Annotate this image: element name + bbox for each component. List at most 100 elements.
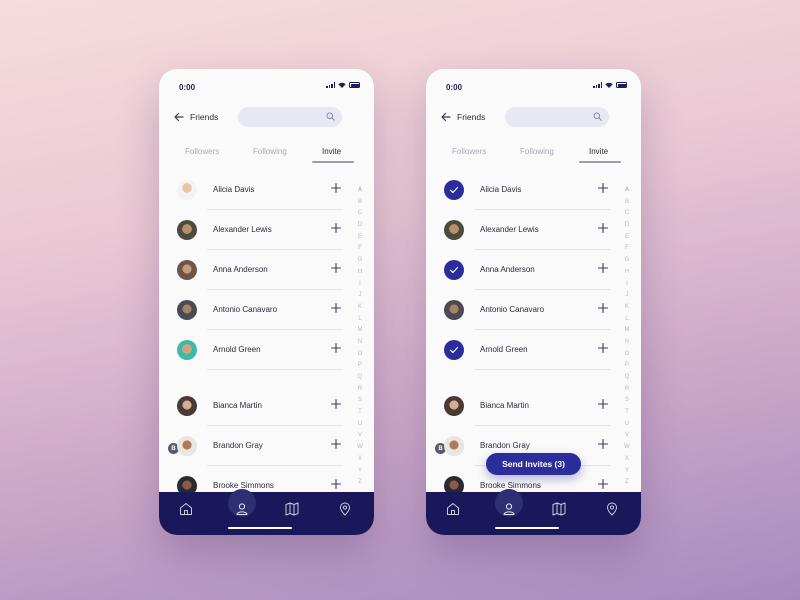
alphabet-letter[interactable]: I — [623, 279, 631, 291]
add-icon[interactable] — [331, 223, 341, 233]
alphabet-letter[interactable]: D — [356, 220, 364, 232]
tab-followers[interactable]: Followers — [185, 147, 219, 156]
list-item[interactable]: Alexander Lewis — [159, 210, 349, 250]
alphabet-letter[interactable]: W — [356, 442, 364, 454]
alphabet-letter[interactable]: U — [623, 419, 631, 431]
alphabet-letter[interactable]: F — [623, 243, 631, 255]
add-icon[interactable] — [331, 479, 341, 489]
search-bar[interactable] — [505, 107, 609, 128]
add-icon[interactable] — [598, 183, 608, 193]
alphabet-letter[interactable]: S — [623, 395, 631, 407]
tab-following[interactable]: Following — [520, 147, 554, 156]
alphabet-letter[interactable]: T — [356, 407, 364, 419]
alphabet-letter[interactable]: A — [356, 185, 364, 197]
alphabet-letter[interactable]: V — [356, 430, 364, 442]
alphabet-letter[interactable]: C — [623, 208, 631, 220]
alphabet-letter[interactable]: O — [623, 349, 631, 361]
alphabet-letter[interactable]: E — [623, 232, 631, 244]
list-item[interactable]: Antonio Canavaro — [159, 290, 349, 330]
list-item[interactable]: Alicia Davis — [159, 170, 349, 210]
list-item[interactable]: Bianca Martin — [426, 386, 616, 426]
list-item[interactable]: Arnold Green — [159, 330, 349, 370]
alphabet-letter[interactable]: Z — [623, 477, 631, 489]
alphabet-letter[interactable]: G — [356, 255, 364, 267]
tab-invite[interactable]: Invite — [322, 147, 341, 156]
alphabet-letter[interactable]: Y — [623, 466, 631, 478]
alphabet-letter[interactable]: B — [356, 197, 364, 209]
add-icon[interactable] — [598, 479, 608, 489]
alphabet-letter[interactable]: Z — [356, 477, 364, 489]
alphabet-letter[interactable]: I — [356, 279, 364, 291]
list-item[interactable]: Alicia Davis — [426, 170, 616, 210]
selected-checkmark-icon[interactable] — [444, 260, 464, 280]
search-bar[interactable] — [238, 107, 342, 128]
alphabet-letter[interactable]: L — [623, 314, 631, 326]
alphabet-letter[interactable]: R — [623, 384, 631, 396]
list-item[interactable]: Arnold Green — [426, 330, 616, 370]
alphabet-letter[interactable]: T — [623, 407, 631, 419]
profile-icon[interactable] — [501, 501, 517, 517]
alphabet-index[interactable]: ABCDEFGHIJKLMNOPQRSTUVWXYZ — [623, 185, 631, 489]
home-icon[interactable] — [445, 501, 461, 517]
tab-followers[interactable]: Followers — [452, 147, 486, 156]
alphabet-letter[interactable]: Y — [356, 466, 364, 478]
alphabet-letter[interactable]: G — [623, 255, 631, 267]
alphabet-letter[interactable]: Q — [623, 372, 631, 384]
alphabet-letter[interactable]: F — [356, 243, 364, 255]
tab-invite[interactable]: Invite — [589, 147, 608, 156]
list-item[interactable]: Anna Anderson — [426, 250, 616, 290]
list-item[interactable]: Anna Anderson — [159, 250, 349, 290]
alphabet-letter[interactable]: S — [356, 395, 364, 407]
alphabet-letter[interactable]: M — [356, 325, 364, 337]
add-icon[interactable] — [331, 343, 341, 353]
add-icon[interactable] — [598, 223, 608, 233]
alphabet-letter[interactable]: J — [623, 290, 631, 302]
alphabet-letter[interactable]: B — [623, 197, 631, 209]
alphabet-letter[interactable]: N — [623, 337, 631, 349]
add-icon[interactable] — [331, 263, 341, 273]
location-icon[interactable] — [337, 501, 353, 517]
back-arrow-icon[interactable] — [173, 111, 185, 123]
list-item[interactable]: Alexander Lewis — [426, 210, 616, 250]
alphabet-letter[interactable]: V — [623, 430, 631, 442]
send-invites-button[interactable]: Send Invites (3) — [486, 453, 581, 475]
add-icon[interactable] — [331, 303, 341, 313]
list-item[interactable]: Antonio Canavaro — [426, 290, 616, 330]
alphabet-letter[interactable]: P — [356, 360, 364, 372]
profile-icon[interactable] — [234, 501, 250, 517]
home-icon[interactable] — [178, 501, 194, 517]
alphabet-letter[interactable]: N — [356, 337, 364, 349]
map-icon[interactable] — [284, 501, 300, 517]
alphabet-letter[interactable]: X — [623, 454, 631, 466]
list-item[interactable]: Brooke Simmons — [159, 466, 349, 492]
selected-checkmark-icon[interactable] — [444, 180, 464, 200]
alphabet-letter[interactable]: K — [623, 302, 631, 314]
location-icon[interactable] — [604, 501, 620, 517]
alphabet-letter[interactable]: O — [356, 349, 364, 361]
alphabet-letter[interactable]: M — [623, 325, 631, 337]
add-icon[interactable] — [598, 343, 608, 353]
list-item[interactable]: Brandon Gray — [159, 426, 349, 466]
add-icon[interactable] — [331, 183, 341, 193]
alphabet-letter[interactable]: C — [356, 208, 364, 220]
alphabet-letter[interactable]: X — [356, 454, 364, 466]
alphabet-letter[interactable]: A — [623, 185, 631, 197]
add-icon[interactable] — [598, 439, 608, 449]
alphabet-letter[interactable]: K — [356, 302, 364, 314]
alphabet-letter[interactable]: L — [356, 314, 364, 326]
back-arrow-icon[interactable] — [440, 111, 452, 123]
alphabet-letter[interactable]: J — [356, 290, 364, 302]
add-icon[interactable] — [598, 263, 608, 273]
alphabet-letter[interactable]: H — [623, 267, 631, 279]
alphabet-letter[interactable]: Q — [356, 372, 364, 384]
selected-checkmark-icon[interactable] — [444, 340, 464, 360]
alphabet-letter[interactable]: P — [623, 360, 631, 372]
add-icon[interactable] — [598, 303, 608, 313]
alphabet-letter[interactable]: W — [623, 442, 631, 454]
alphabet-letter[interactable]: D — [623, 220, 631, 232]
add-icon[interactable] — [331, 399, 341, 409]
map-icon[interactable] — [551, 501, 567, 517]
alphabet-letter[interactable]: E — [356, 232, 364, 244]
list-item[interactable]: Bianca Martin — [159, 386, 349, 426]
tab-following[interactable]: Following — [253, 147, 287, 156]
